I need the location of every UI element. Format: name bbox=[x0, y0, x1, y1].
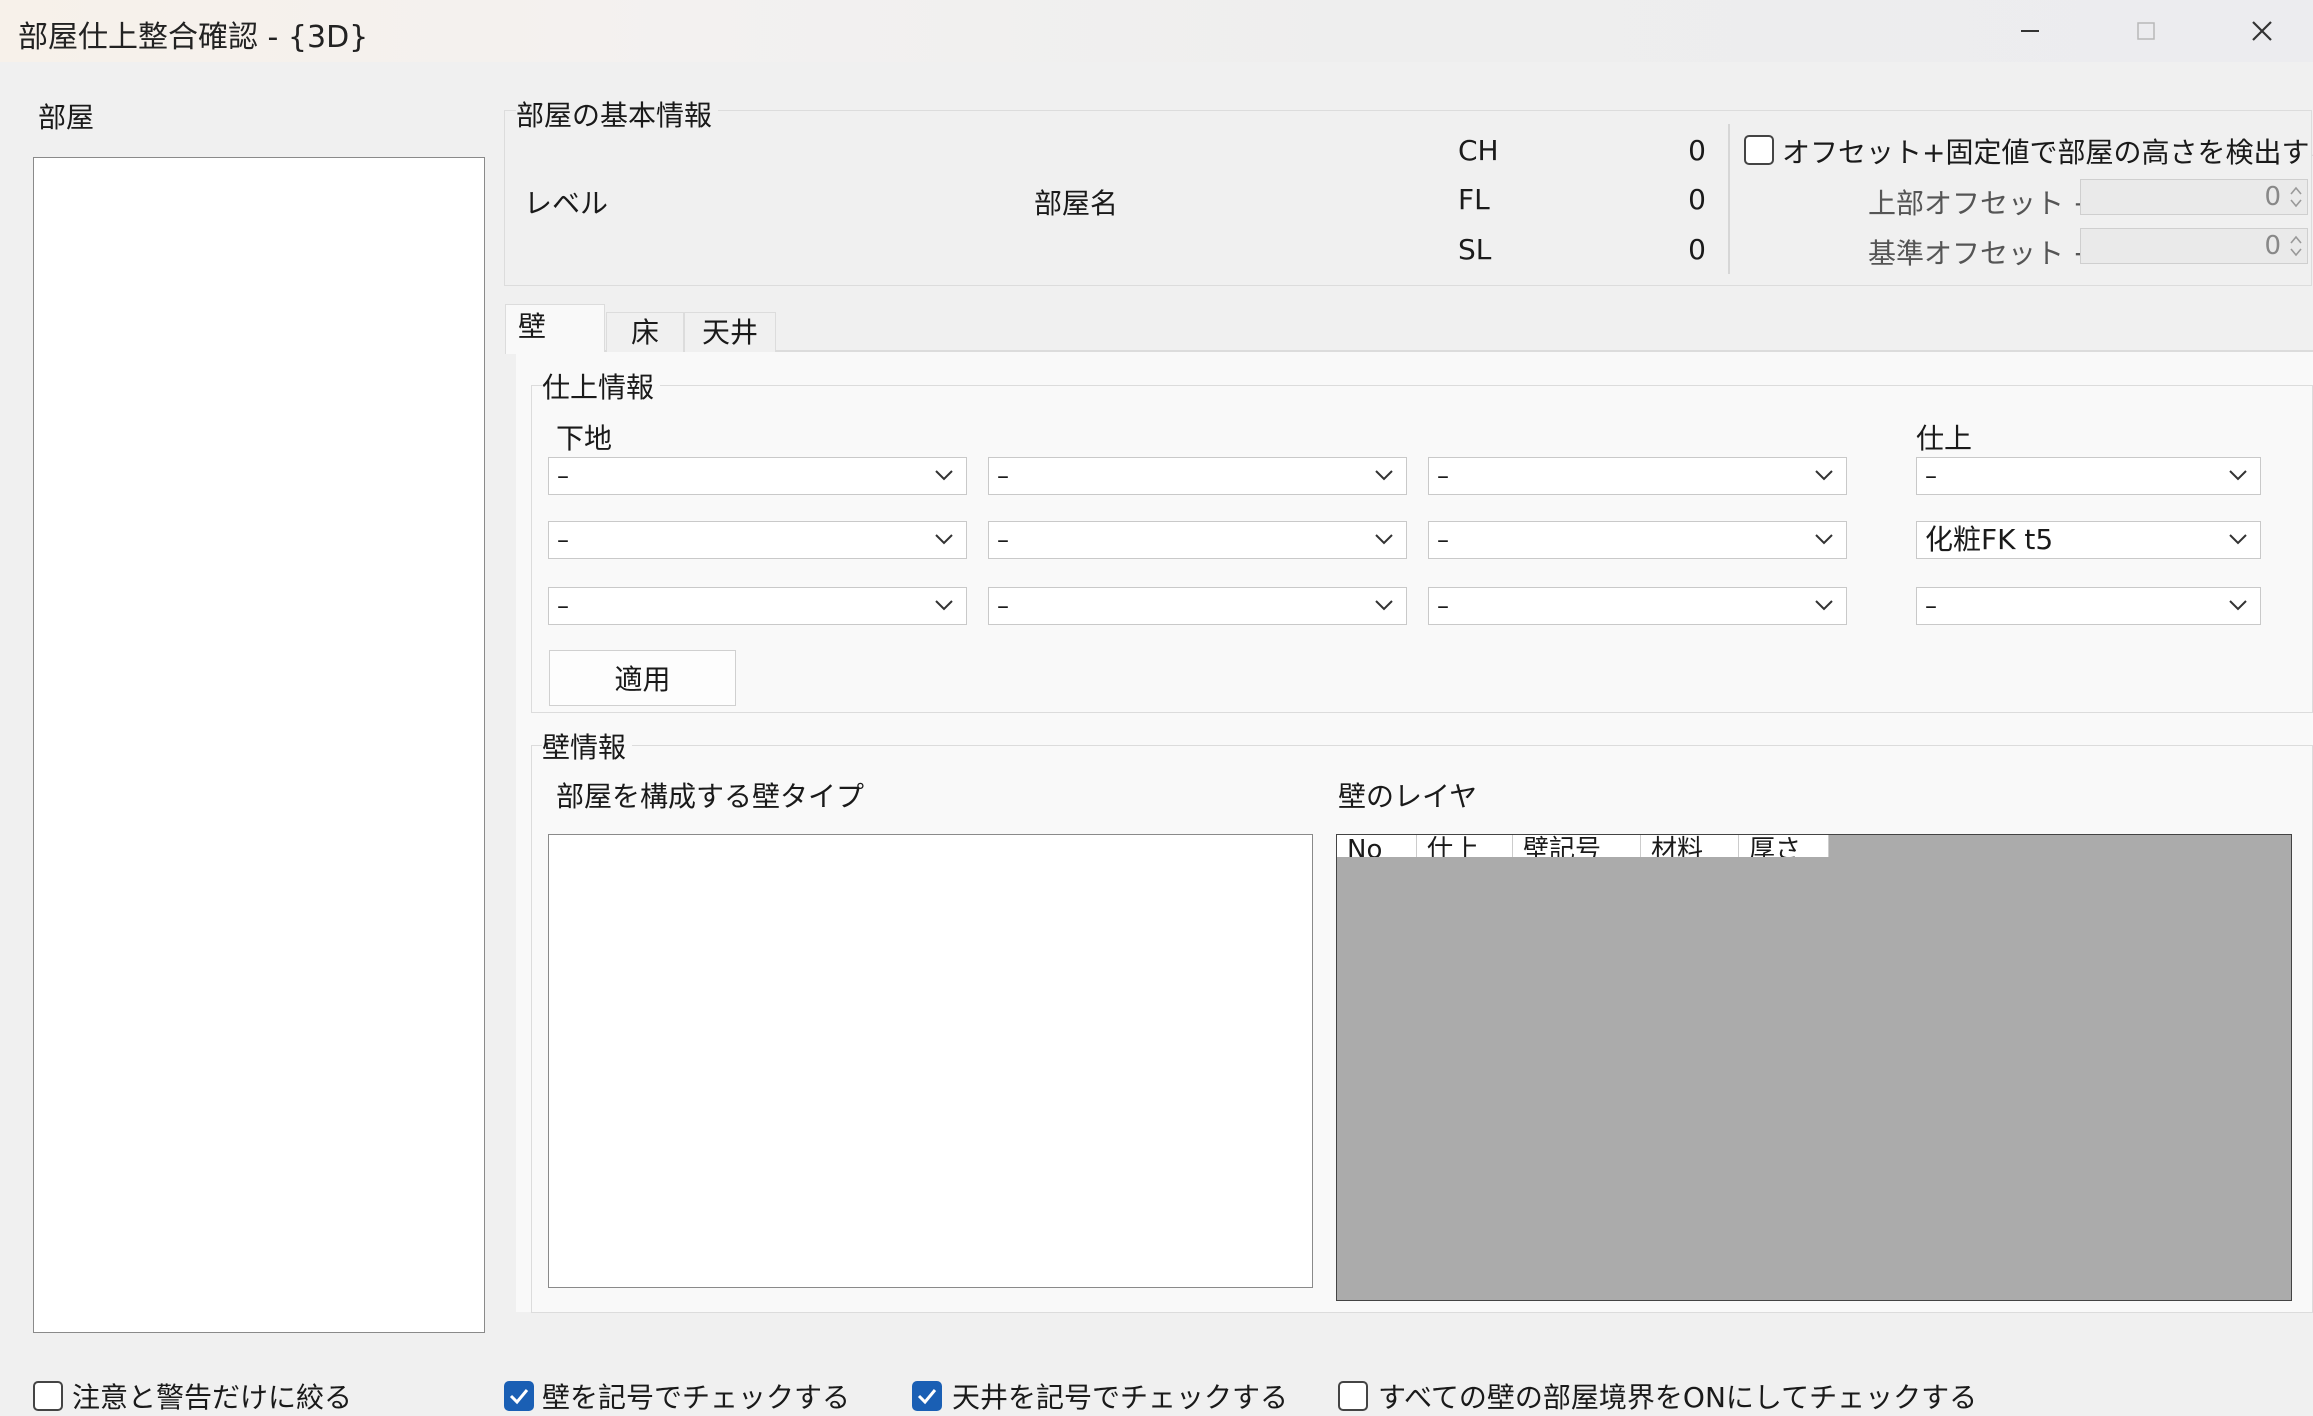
combo-value: – bbox=[997, 526, 1009, 554]
fl-value: 0 bbox=[1688, 183, 1706, 216]
column-header-wall-symbol[interactable]: 壁記号 bbox=[1513, 835, 1641, 857]
top-offset-value: 0 bbox=[2264, 182, 2281, 212]
finish-combo-2[interactable]: 化粧FK t5 bbox=[1916, 521, 2261, 559]
base-combo-2-2[interactable]: – bbox=[988, 521, 1407, 559]
combo-value: – bbox=[557, 526, 569, 554]
room-boundary-label: すべての壁の部屋境界をONにしてチェックする bbox=[1378, 1381, 1978, 1414]
base-combo-1-1[interactable]: – bbox=[548, 457, 967, 495]
sl-value: 0 bbox=[1688, 233, 1706, 266]
finish-info-label: 仕上情報 bbox=[542, 366, 661, 406]
chevron-down-icon bbox=[1815, 600, 1833, 611]
base-combo-3-2[interactable]: – bbox=[988, 587, 1407, 625]
chevron-down-icon bbox=[935, 470, 953, 481]
chevron-down-icon bbox=[1815, 470, 1833, 481]
column-header-finish[interactable]: 仕上 bbox=[1417, 835, 1513, 857]
close-icon bbox=[2252, 21, 2272, 41]
chevron-down-icon bbox=[1375, 600, 1393, 611]
chevron-down-icon bbox=[2229, 534, 2247, 545]
chevron-down-icon bbox=[2229, 600, 2247, 611]
rooms-list[interactable] bbox=[33, 157, 485, 1333]
combo-value: – bbox=[557, 462, 569, 490]
base-combo-2-3[interactable]: – bbox=[1428, 521, 1847, 559]
column-header-no[interactable]: No bbox=[1337, 835, 1417, 857]
combo-value: – bbox=[557, 592, 569, 620]
base-offset-input[interactable]: 0 bbox=[2080, 228, 2308, 264]
wall-types-label: 部屋を構成する壁タイプ bbox=[556, 780, 865, 813]
window-title: 部屋仕上整合確認 - {3D} bbox=[18, 20, 369, 55]
column-header-material[interactable]: 材料 bbox=[1641, 835, 1739, 857]
combo-value: – bbox=[1925, 462, 1937, 490]
wall-layers-grid[interactable]: No 仕上 壁記号 材料 厚さ bbox=[1336, 834, 2292, 1301]
ch-label: CH bbox=[1458, 134, 1499, 167]
minimize-button[interactable] bbox=[1972, 0, 2088, 62]
check-wall-by-symbol-label: 壁を記号でチェックする bbox=[542, 1381, 851, 1414]
filter-warnings-label: 注意と警告だけに絞る bbox=[72, 1381, 353, 1414]
combo-value: – bbox=[997, 462, 1009, 490]
maximize-icon bbox=[2137, 22, 2155, 40]
spinner-arrows-icon bbox=[2290, 186, 2302, 208]
rooms-label: 部屋 bbox=[38, 101, 95, 134]
chevron-down-icon bbox=[935, 534, 953, 545]
base-combo-3-1[interactable]: – bbox=[548, 587, 967, 625]
spinner-arrows-icon bbox=[2290, 235, 2302, 257]
base-combo-2-1[interactable]: – bbox=[548, 521, 967, 559]
tab-wall[interactable]: 壁 bbox=[505, 304, 605, 354]
offset-checkbox-label: オフセット+固定値で部屋の高さを検出する bbox=[1782, 136, 2313, 169]
combo-value: – bbox=[1925, 592, 1937, 620]
level-label: レベル bbox=[524, 187, 609, 220]
chevron-down-icon bbox=[1375, 470, 1393, 481]
checkmark-icon bbox=[509, 1389, 529, 1405]
tab-ceiling[interactable]: 天井 bbox=[684, 312, 776, 352]
minimize-icon bbox=[2021, 30, 2039, 32]
top-offset-input[interactable]: 0 bbox=[2080, 179, 2308, 215]
tab-floor[interactable]: 床 bbox=[606, 312, 684, 352]
sl-label: SL bbox=[1458, 233, 1492, 266]
finish-label: 仕上 bbox=[1916, 422, 1973, 455]
finish-combo-3[interactable]: – bbox=[1916, 587, 2261, 625]
basic-info-label: 部屋の基本情報 bbox=[516, 94, 719, 134]
base-label: 下地 bbox=[556, 422, 613, 455]
check-ceiling-by-symbol-checkbox[interactable] bbox=[912, 1381, 942, 1411]
column-header-thickness[interactable]: 厚さ bbox=[1739, 835, 1829, 857]
base-combo-3-3[interactable]: – bbox=[1428, 587, 1847, 625]
chevron-down-icon bbox=[1815, 534, 1833, 545]
ch-value: 0 bbox=[1688, 134, 1706, 167]
room-name-label: 部屋名 bbox=[1034, 187, 1119, 220]
wall-types-list[interactable] bbox=[548, 834, 1313, 1288]
chevron-down-icon bbox=[1375, 534, 1393, 545]
wall-info-label: 壁情報 bbox=[542, 726, 633, 766]
apply-button[interactable]: 適用 bbox=[549, 650, 736, 706]
check-wall-by-symbol-checkbox[interactable] bbox=[504, 1381, 534, 1411]
base-combo-1-3[interactable]: – bbox=[1428, 457, 1847, 495]
combo-value: – bbox=[1437, 526, 1449, 554]
basic-info-divider bbox=[1728, 124, 1730, 274]
base-offset-label: 基準オフセット − bbox=[1868, 237, 2097, 270]
wall-layers-label: 壁のレイヤ bbox=[1338, 780, 1478, 813]
close-button[interactable] bbox=[2204, 0, 2313, 62]
room-boundary-checkbox[interactable] bbox=[1338, 1381, 1368, 1411]
base-offset-value: 0 bbox=[2264, 231, 2281, 261]
maximize-button[interactable] bbox=[2088, 0, 2204, 62]
chevron-down-icon bbox=[2229, 470, 2247, 481]
offset-checkbox[interactable] bbox=[1744, 135, 1774, 165]
filter-warnings-checkbox[interactable] bbox=[33, 1381, 63, 1411]
check-ceiling-by-symbol-label: 天井を記号でチェックする bbox=[952, 1381, 1289, 1414]
checkmark-icon bbox=[917, 1389, 937, 1405]
finish-combo-1[interactable]: – bbox=[1916, 457, 2261, 495]
combo-value: – bbox=[1437, 462, 1449, 490]
combo-value: – bbox=[1437, 592, 1449, 620]
combo-value: – bbox=[997, 592, 1009, 620]
fl-label: FL bbox=[1458, 183, 1490, 216]
chevron-down-icon bbox=[935, 600, 953, 611]
combo-value: 化粧FK t5 bbox=[1925, 523, 2054, 556]
top-offset-label: 上部オフセット + bbox=[1868, 187, 2097, 220]
base-combo-1-2[interactable]: – bbox=[988, 457, 1407, 495]
